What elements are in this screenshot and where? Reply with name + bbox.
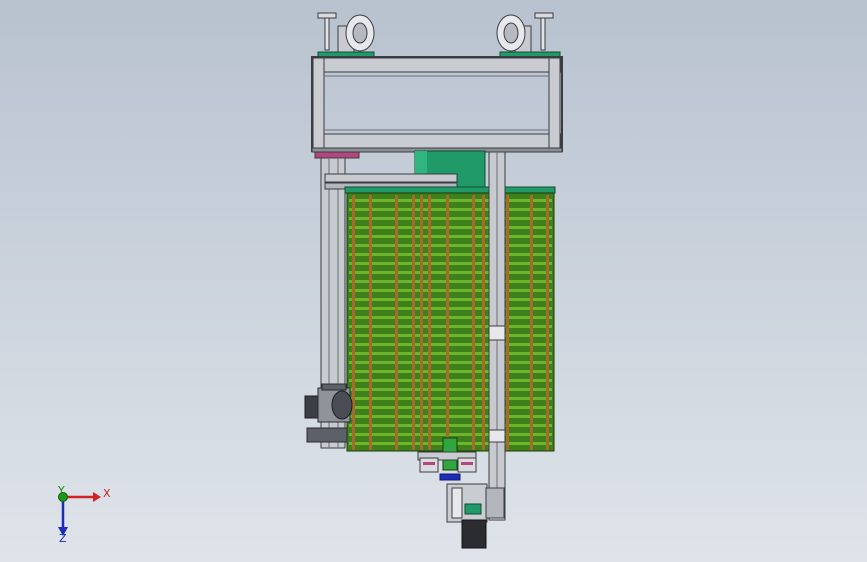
coordinate-triad (58, 492, 101, 536)
triad-z-label: Z (59, 532, 67, 545)
rack-shelf (349, 397, 552, 400)
rack-shelf (349, 208, 552, 211)
rack-shelf (349, 289, 552, 292)
right-column (488, 151, 506, 521)
rack-post (420, 195, 423, 450)
rack-shelf (349, 334, 552, 337)
rack-shelf (349, 325, 552, 328)
rack-post (472, 195, 475, 450)
rack-shelf (349, 217, 552, 220)
caster-left (317, 12, 375, 53)
rack-shelf (349, 298, 552, 301)
x-axis-arrow-icon (93, 492, 101, 502)
rack-shelf (349, 244, 552, 247)
rack-shelf (349, 388, 552, 391)
rack-post (352, 195, 355, 450)
caster-right (496, 12, 554, 53)
rack-shelf (349, 235, 552, 238)
rack-shelf (349, 199, 552, 202)
model-view[interactable] (0, 0, 867, 562)
rack-shelf (349, 415, 552, 418)
rack-post (369, 195, 372, 450)
triad-x-label: X (103, 487, 111, 500)
rack-post (546, 195, 549, 450)
top-frame (311, 56, 563, 153)
rack-post (530, 195, 533, 450)
rack-shelf (349, 316, 552, 319)
triad-y-label: Y (58, 484, 65, 497)
rack-shelf (349, 280, 552, 283)
rack-shelf (349, 352, 552, 355)
rack-post (428, 195, 431, 450)
rack-post (446, 195, 449, 450)
drive-bracket (314, 151, 360, 159)
rack-post (412, 195, 415, 450)
top-rails (324, 173, 556, 194)
rack-shelf (349, 379, 552, 382)
linear-actuator (446, 483, 505, 549)
rack-shelf (349, 226, 552, 229)
rack-shelf (349, 307, 552, 310)
drive-motor (304, 383, 353, 443)
rack-shelf (349, 433, 552, 436)
rack-shelf (349, 262, 552, 265)
rack-post (395, 195, 398, 450)
rack-shelf (349, 271, 552, 274)
graphics-viewport[interactable]: X Y Z (0, 0, 867, 562)
rack-shelf (349, 361, 552, 364)
rack-shelf (349, 343, 552, 346)
rack-shelf (349, 370, 552, 373)
rack-shelf (349, 424, 552, 427)
storage-rack (346, 192, 555, 452)
rack-post (506, 195, 509, 450)
rack-shelf (349, 406, 552, 409)
rack-post (482, 195, 485, 450)
rack-shelf (349, 253, 552, 256)
